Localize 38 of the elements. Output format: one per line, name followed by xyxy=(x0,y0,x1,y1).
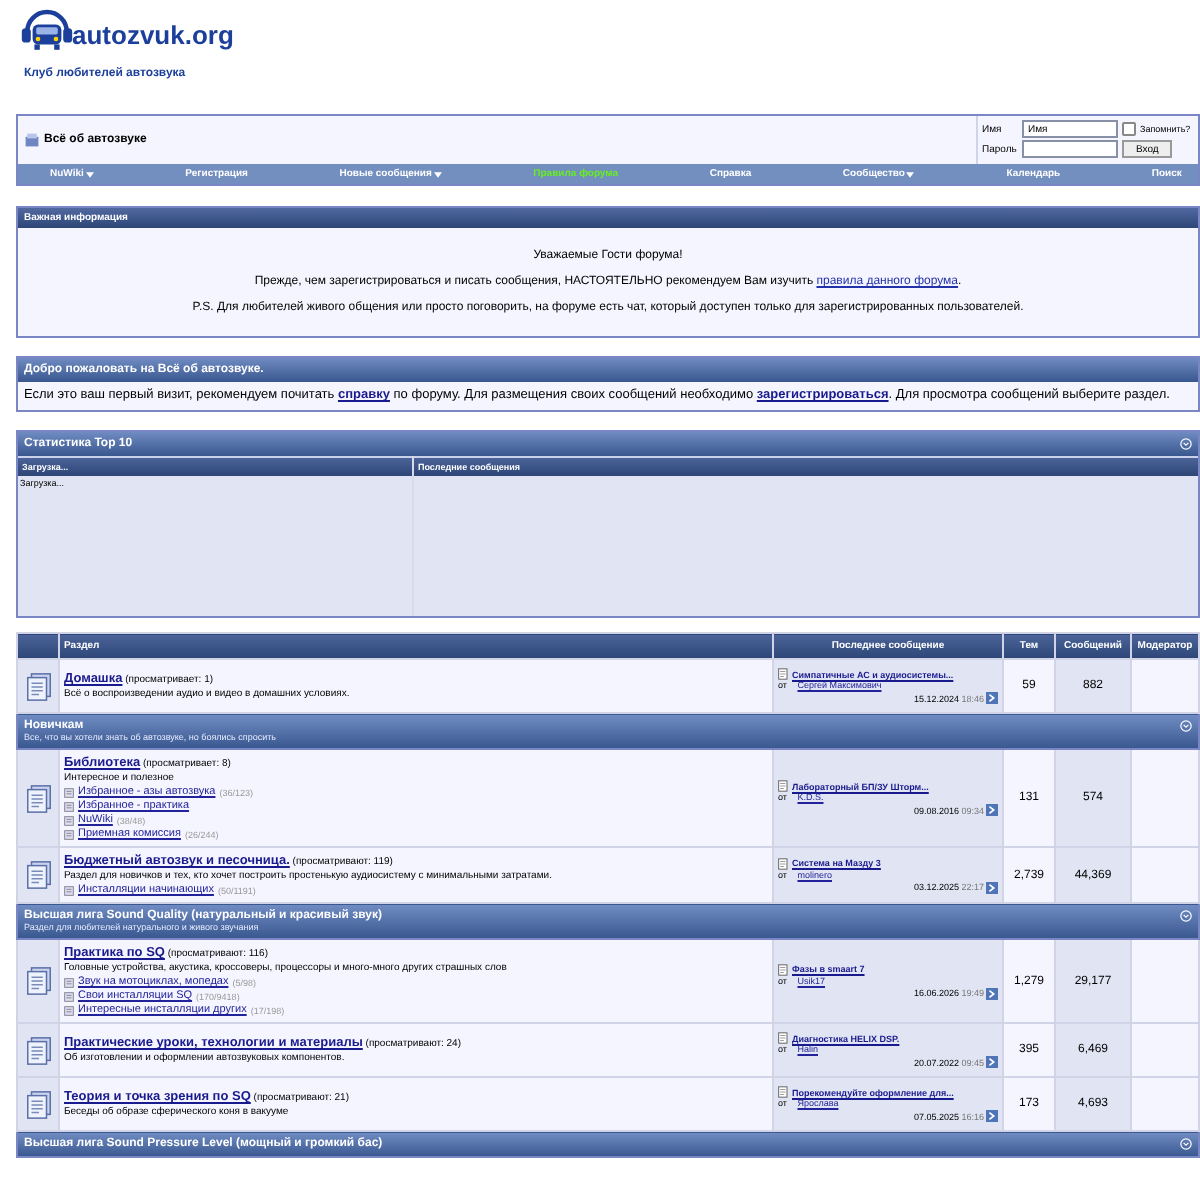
document-icon xyxy=(778,780,788,792)
go-to-post-icon[interactable] xyxy=(986,804,998,816)
subforum-icon xyxy=(64,977,74,987)
password-field[interactable] xyxy=(1022,140,1118,158)
forum-icon xyxy=(23,860,53,890)
caret-icon xyxy=(906,171,915,177)
forum-icon xyxy=(23,671,53,701)
document-icon xyxy=(778,1032,788,1044)
remember-checkbox[interactable] xyxy=(1122,122,1136,136)
document-icon xyxy=(778,857,788,869)
caret-icon xyxy=(85,171,94,177)
forum-icon xyxy=(23,783,53,813)
document-icon xyxy=(778,1086,788,1098)
subforum-icon xyxy=(64,991,74,1001)
collapse-icon[interactable] xyxy=(1180,910,1192,922)
subforum-icon xyxy=(64,885,74,895)
go-to-post-icon[interactable] xyxy=(986,881,998,893)
document-icon xyxy=(778,963,788,975)
forum-icon xyxy=(23,966,53,996)
forum-icon xyxy=(23,1089,53,1119)
go-to-post-icon[interactable] xyxy=(986,1056,998,1068)
subforum-icon xyxy=(64,1005,74,1015)
forum-icon xyxy=(23,1035,53,1065)
subforum-icon xyxy=(64,787,74,797)
subforum-icon xyxy=(64,801,74,811)
site-logo-text[interactable]: autozvuk.org xyxy=(72,22,234,50)
subforum-icon xyxy=(64,829,74,839)
collapse-icon[interactable] xyxy=(1180,720,1192,732)
collapse-icon[interactable] xyxy=(1180,1138,1192,1150)
collapse-icon[interactable] xyxy=(1180,438,1192,450)
forum-home-icon[interactable] xyxy=(24,132,40,148)
subforum-icon xyxy=(64,815,74,825)
go-to-post-icon[interactable] xyxy=(986,1110,998,1122)
go-to-post-icon[interactable] xyxy=(986,692,998,704)
caret-icon xyxy=(433,171,442,177)
go-to-post-icon[interactable] xyxy=(986,987,998,999)
headphones-car-icon xyxy=(20,6,74,54)
document-icon xyxy=(778,668,788,680)
